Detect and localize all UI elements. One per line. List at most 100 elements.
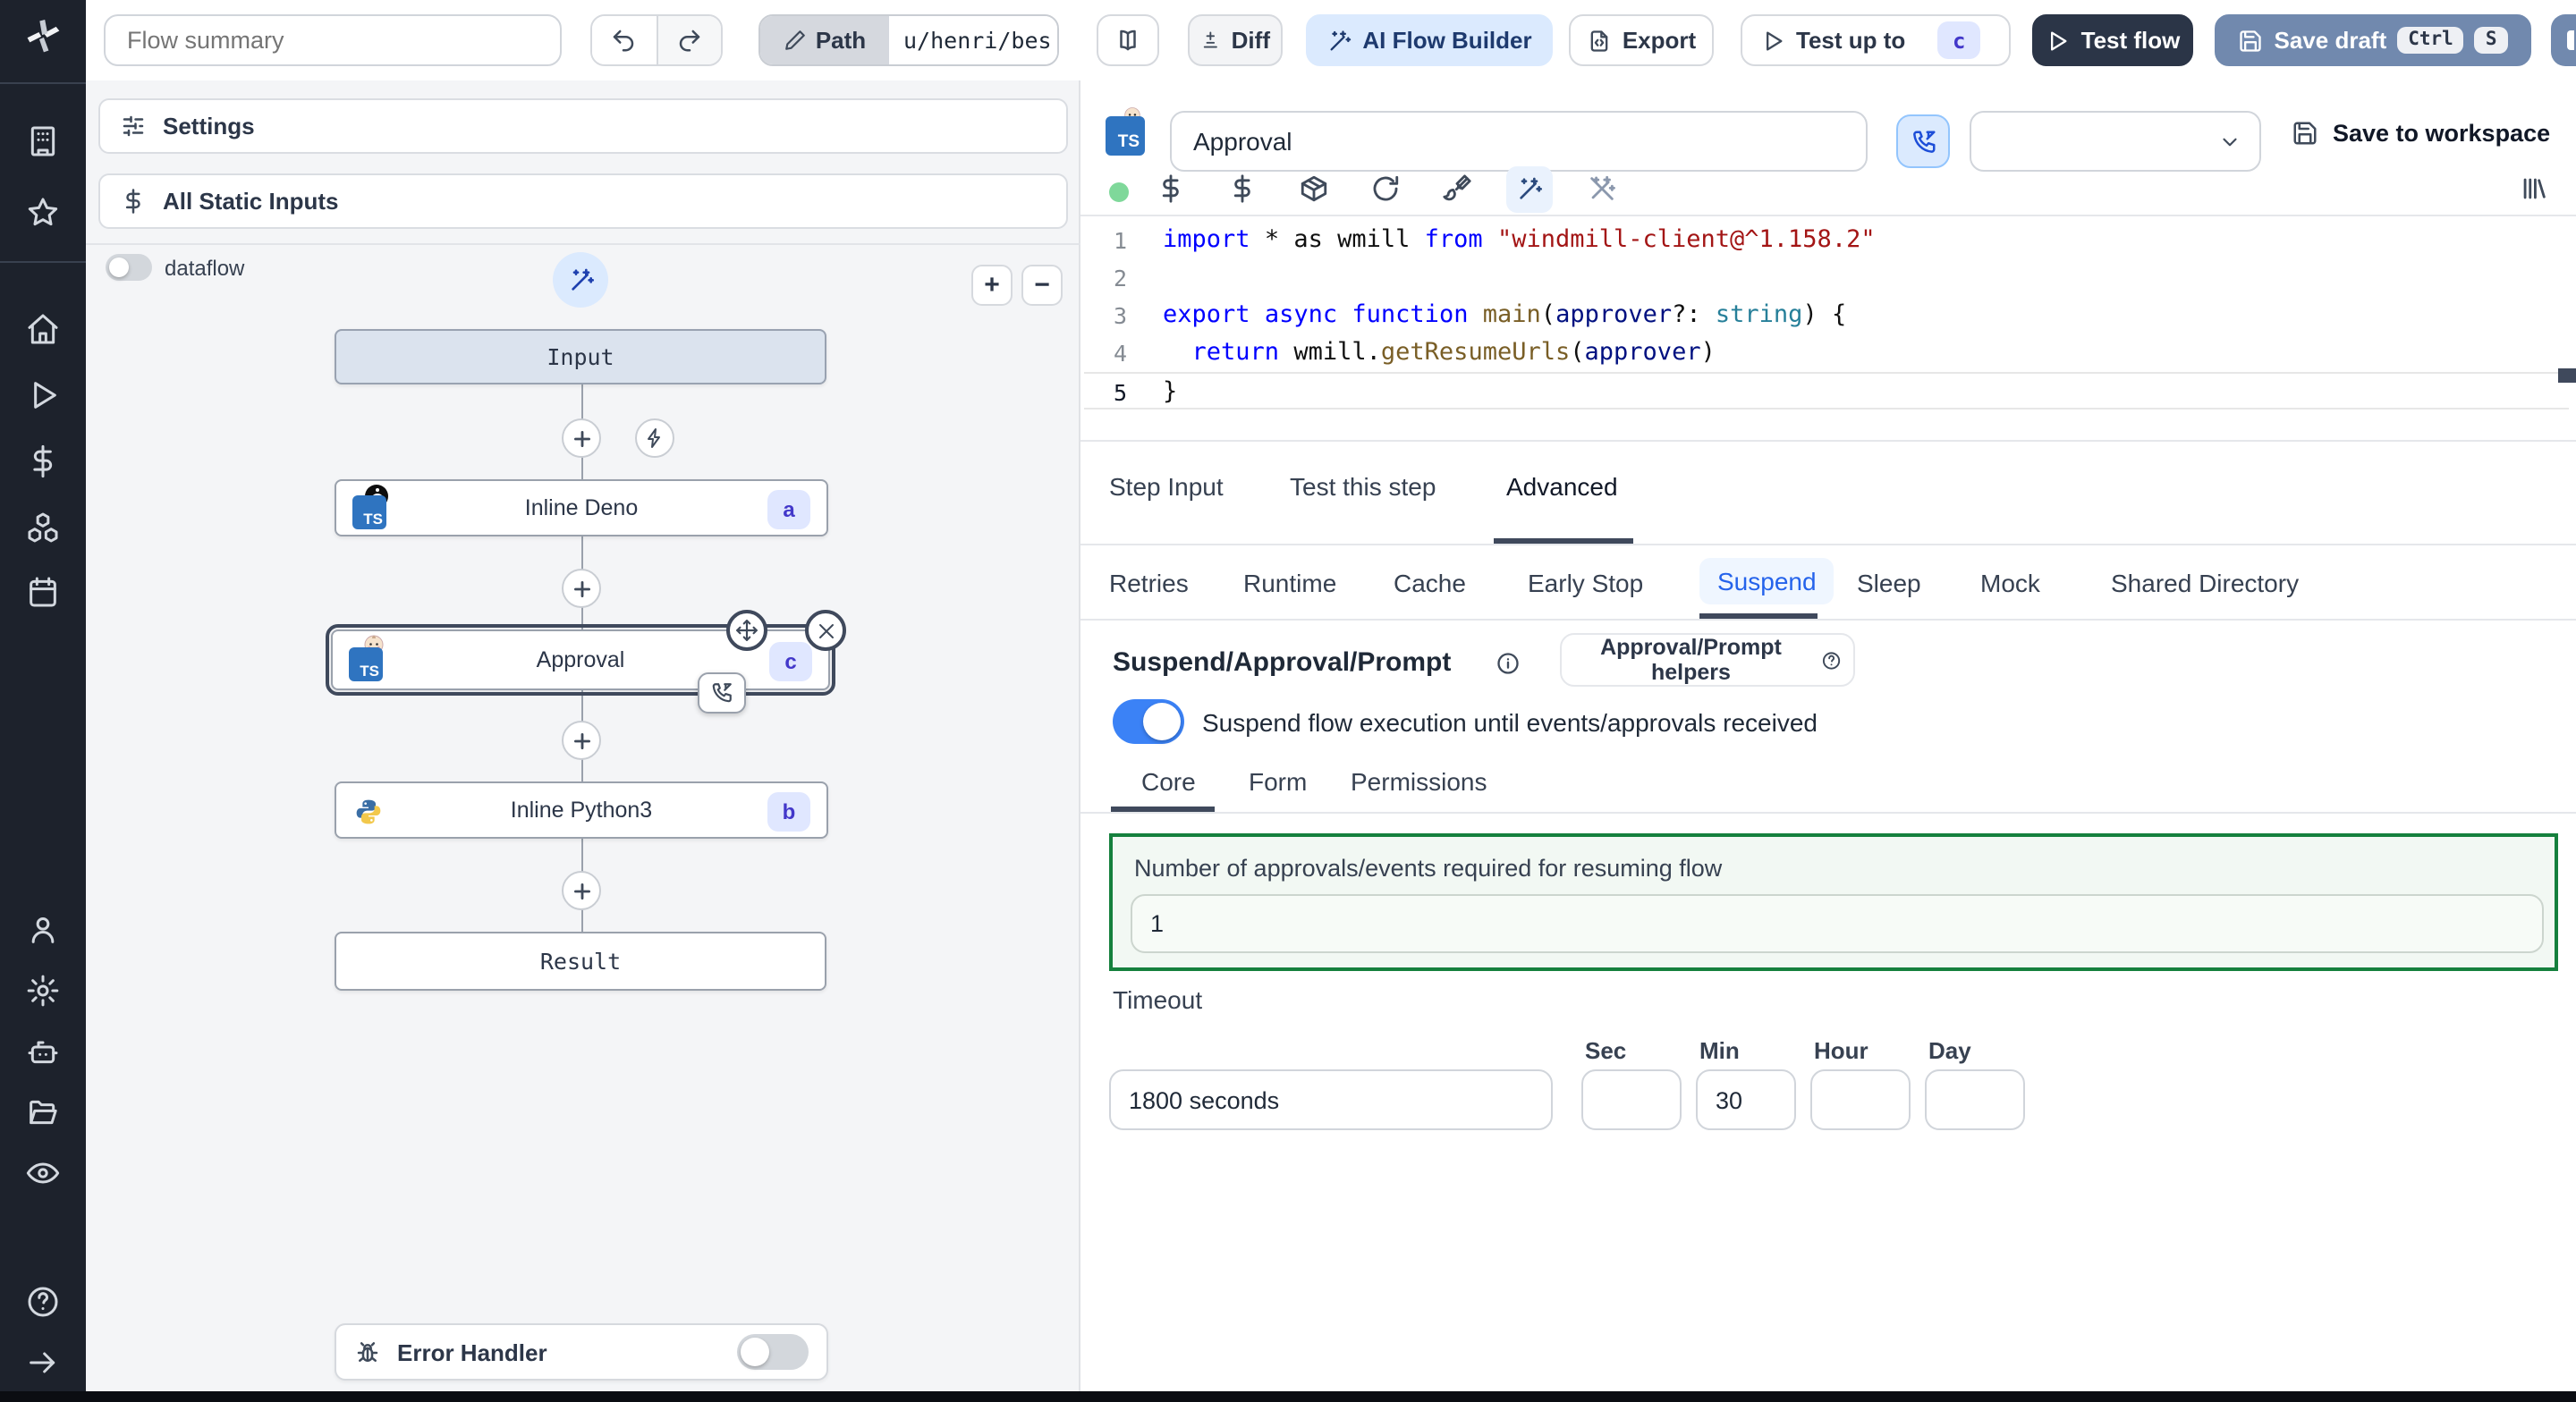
zoom-in-button[interactable]: + [971,265,1013,306]
subtab-cache[interactable]: Cache [1394,569,1466,597]
diff-button[interactable]: Diff [1188,14,1283,66]
approvals-label: Number of approvals/events required for … [1134,855,1723,882]
tab-step-input[interactable]: Step Input [1109,472,1224,501]
code-line-4[interactable]: 4 return wmill.getResumeUrls(approver) [1084,334,2569,372]
inline-deno-label: Inline Deno [524,495,639,520]
suspend-tab-permissions[interactable]: Permissions [1351,767,1487,796]
flow-panel-divider [86,243,1080,245]
help-icon[interactable] [25,1284,61,1320]
approval-phone-button[interactable] [1896,114,1950,168]
path-value: u/henri/bes [889,16,1057,64]
zoom-out-button[interactable]: − [1021,265,1063,306]
workers-robot-icon[interactable] [25,1034,61,1069]
timeout-total-input[interactable]: 1800 seconds [1109,1069,1553,1130]
timeout-sec-input[interactable] [1581,1069,1682,1130]
workspace-building-icon[interactable] [25,123,61,159]
user-icon[interactable] [25,912,61,948]
flow-settings-row[interactable]: Settings [98,98,1068,154]
timeout-day-input[interactable] [1925,1069,2025,1130]
code-line-5[interactable]: 5} [1084,372,2569,410]
docs-book-button[interactable] [1097,14,1159,66]
test-flow-button[interactable]: Test flow [2032,14,2193,66]
subtab-retries[interactable]: Retries [1109,569,1189,597]
flow-node-result[interactable]: Result [335,932,826,991]
error-handler-toggle[interactable] [737,1334,809,1370]
tab-test-this-step[interactable]: Test this step [1290,472,1436,501]
redo-button[interactable] [657,16,721,64]
code-line-2[interactable]: 2 [1084,259,2569,297]
suspend-tab-core[interactable]: Core [1141,767,1196,796]
trigger-zap-button[interactable] [635,418,674,458]
tab-advanced[interactable]: Advanced [1506,472,1618,501]
ai-flow-builder-button[interactable]: AI Flow Builder [1306,14,1553,66]
library-icon[interactable] [2519,173,2549,204]
add-step-button-1[interactable] [562,418,601,458]
approvals-input[interactable]: 1 [1131,894,2544,953]
collapse-arrow-icon[interactable] [25,1345,61,1381]
approval-prompt-helpers-button[interactable]: Approval/Prompt helpers [1560,633,1855,687]
approval-phone-chip[interactable] [698,672,746,714]
test-up-to-button[interactable]: Test up to c [1741,14,2011,66]
variables-dollar-icon[interactable] [25,443,61,479]
add-step-button-2[interactable] [562,569,601,608]
package-icon[interactable] [1299,173,1329,204]
subtab-mock[interactable]: Mock [1980,569,2040,597]
test-up-to-label: Test up to [1796,27,1906,54]
step-name-input[interactable] [1170,111,1868,172]
add-step-button-3[interactable] [562,721,601,760]
schedules-calendar-icon[interactable] [25,574,61,610]
home-icon[interactable] [25,311,61,347]
export-button[interactable]: Export [1569,14,1714,66]
windmill-logo[interactable] [23,16,63,55]
settings-gear-icon[interactable] [25,973,61,1009]
error-handler-row[interactable]: Error Handler [335,1323,828,1381]
flow-node-inline-deno[interactable]: TS Inline Deno a [335,479,828,536]
runs-play-icon[interactable] [25,377,61,413]
status-dot [1109,182,1129,202]
ai-off-icon[interactable] [1587,173,1617,204]
delete-node-button[interactable] [805,610,846,651]
static-inputs-icon[interactable] [1156,173,1186,204]
undo-button[interactable] [592,16,656,64]
timeout-min-input[interactable]: 30 [1696,1069,1796,1130]
deploy-button-partial[interactable] [2551,14,2576,66]
ai-assistant-active-icon[interactable] [1506,166,1553,213]
dataflow-toggle[interactable] [106,254,152,281]
variables-picker-icon[interactable] [1227,173,1258,204]
format-brush-icon[interactable] [1442,173,1472,204]
favorites-star-icon[interactable] [25,195,61,231]
audit-eye-icon[interactable] [25,1155,61,1191]
code-line-1[interactable]: 1 import * as wmill from "windmill-client… [1084,222,2569,259]
move-node-handle[interactable] [726,610,767,651]
subtab-runtime[interactable]: Runtime [1243,569,1336,597]
flow-ai-wand-button[interactable] [553,252,608,308]
test-up-to-step-badge: c [1937,21,1981,59]
subtab-sleep[interactable]: Sleep [1857,569,1921,597]
flow-node-inline-python[interactable]: Inline Python3 b [335,781,828,839]
code-editor[interactable]: 1 import * as wmill from "windmill-client… [1084,222,2569,410]
subtab-early-stop[interactable]: Early Stop [1528,569,1643,597]
save-draft-button[interactable]: Save draft Ctrl S [2215,14,2531,66]
timeout-hour-input[interactable] [1810,1069,1911,1130]
path-control[interactable]: Path u/henri/bes [758,14,1059,66]
sec-label: Sec [1585,1037,1627,1064]
all-static-inputs-row[interactable]: All Static Inputs [98,173,1068,229]
suspend-toggle[interactable] [1113,699,1184,744]
flow-node-input[interactable]: Input [335,329,826,384]
tabs-divider-top [1080,440,2576,442]
code-line-3[interactable]: 3 export async function main(approver?: s… [1084,297,2569,334]
subtab-suspend-active[interactable]: Suspend [1699,558,1835,604]
save-to-workspace-label: Save to workspace [2333,120,2551,147]
info-icon[interactable] [1496,651,1521,676]
folders-icon[interactable] [25,1094,61,1130]
reload-icon[interactable] [1370,173,1401,204]
undo-redo-group [590,14,723,66]
add-step-button-4[interactable] [562,871,601,910]
script-version-select[interactable] [1970,111,2261,172]
subtab-shared-directory[interactable]: Shared Directory [2111,569,2299,597]
suspend-tab-form[interactable]: Form [1249,767,1307,796]
flow-summary-input[interactable] [104,14,562,66]
save-to-workspace-button[interactable]: Save to workspace [2292,120,2550,147]
resources-boxes-icon[interactable] [25,510,61,545]
result-node-label: Result [539,948,622,975]
